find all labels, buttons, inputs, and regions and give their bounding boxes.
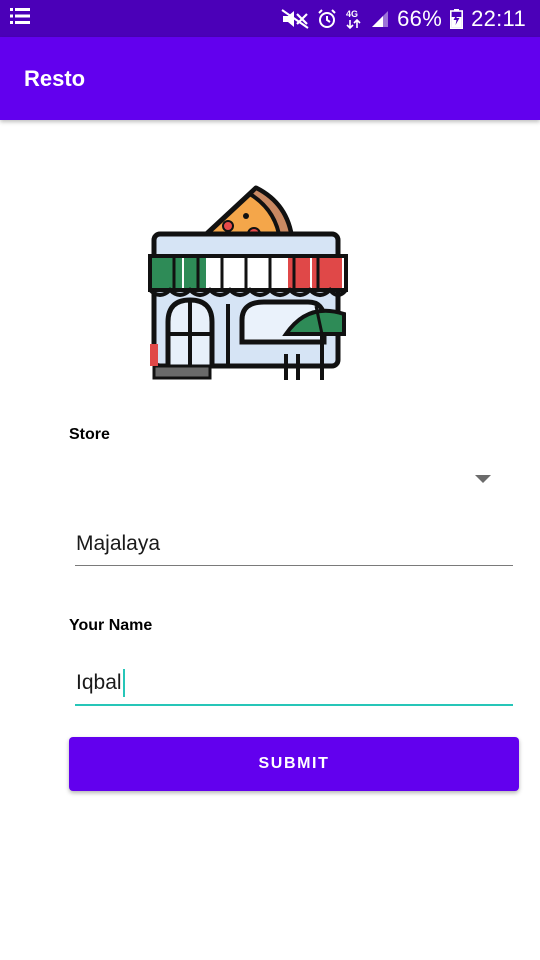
dropdown-arrow-icon[interactable] — [475, 475, 491, 483]
status-bar: 4G 66% 22:11 — [0, 0, 540, 37]
signal-icon — [371, 10, 389, 28]
pizza-store-icon — [148, 184, 348, 384]
battery-percent: 66% — [397, 5, 443, 31]
app-bar: Resto — [0, 37, 540, 120]
network-4g-label: 4G — [346, 9, 358, 19]
name-input[interactable]: Iqbal — [75, 662, 513, 706]
network-4g-icon: 4G — [345, 8, 363, 30]
store-text-value: Majalaya — [76, 531, 161, 555]
clock: 22:11 — [471, 5, 526, 31]
store-text-field[interactable]: Majalaya — [75, 522, 513, 566]
store-label: Store — [69, 426, 110, 443]
name-input-value: Iqbal — [76, 671, 122, 694]
alarm-icon — [317, 8, 337, 29]
store-spinner[interactable] — [69, 452, 519, 504]
text-cursor — [122, 669, 125, 697]
name-label: Your Name — [69, 617, 153, 634]
mute-icon — [281, 8, 309, 29]
submit-button-label: SUBMIT — [258, 755, 330, 772]
submit-button[interactable]: SUBMIT — [69, 737, 519, 791]
menu-list-icon — [10, 7, 30, 30]
battery-charging-icon — [450, 8, 464, 29]
app-title: Resto — [24, 65, 86, 91]
